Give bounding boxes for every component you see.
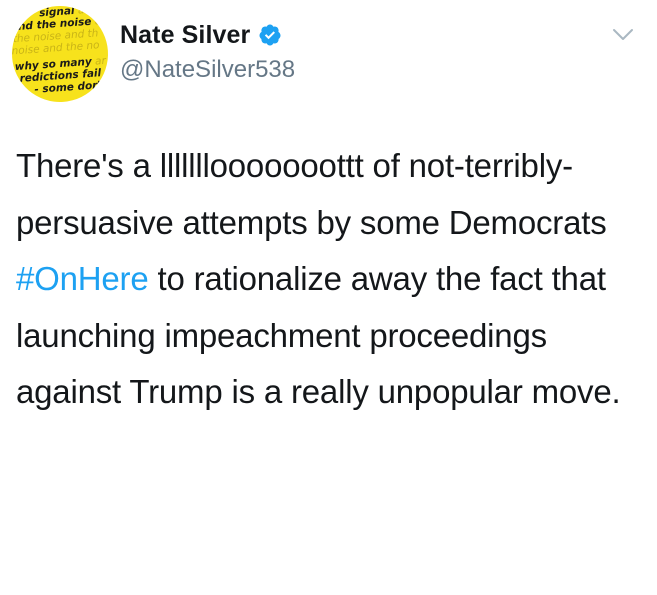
verified-badge-icon xyxy=(259,24,281,46)
tweet-header: Nate Silver @NateSilver538 xyxy=(120,20,295,84)
tweet-text: There's a lllllllooooooottt of not-terri… xyxy=(16,138,641,421)
tweet-text-part: There's a lllllllooooooottt of not-terri… xyxy=(16,147,607,241)
avatar-text-faded: a xyxy=(90,15,102,28)
avatar[interactable]: signal and nd the noise a the noise and … xyxy=(8,2,112,106)
name-row: Nate Silver xyxy=(120,20,295,50)
display-name[interactable]: Nate Silver xyxy=(120,21,250,50)
avatar-text-faded: - xyxy=(100,66,109,80)
avatar-text-faded: ar xyxy=(91,54,107,68)
tweet-card: signal and nd the noise a the noise and … xyxy=(0,0,657,595)
chevron-down-icon[interactable] xyxy=(612,28,634,42)
hashtag-link[interactable]: #OnHere xyxy=(16,260,149,297)
user-handle[interactable]: @NateSilver538 xyxy=(120,56,295,84)
